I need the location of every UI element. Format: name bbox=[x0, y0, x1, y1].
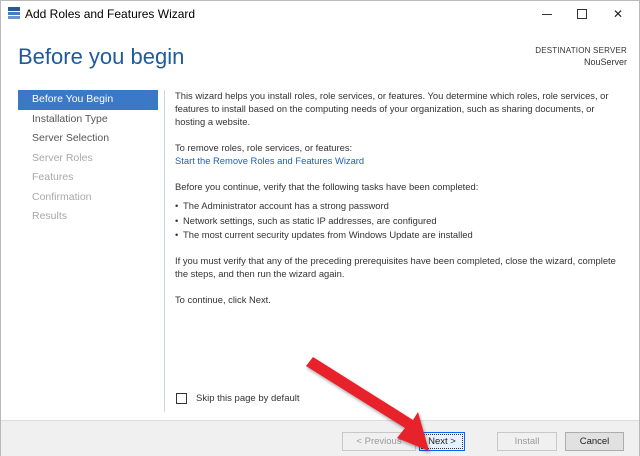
previous-button[interactable]: < Previous bbox=[342, 432, 416, 451]
nav-item-server-roles: Server Roles bbox=[32, 151, 93, 164]
install-button[interactable]: Install bbox=[497, 432, 557, 451]
minimize-icon bbox=[542, 13, 552, 15]
content-area: This wizard helps you install roles, rol… bbox=[175, 89, 625, 319]
destination-server-name: NouServer bbox=[583, 57, 627, 67]
skip-option[interactable]: Skip this page by default bbox=[176, 393, 300, 404]
task-list: The Administrator account has a strong p… bbox=[175, 199, 625, 243]
page-title: Before you begin bbox=[18, 44, 185, 69]
remove-wizard-link[interactable]: Start the Remove Roles and Features Wiza… bbox=[175, 155, 364, 166]
skip-label[interactable]: Skip this page by default bbox=[196, 393, 300, 404]
cancel-button[interactable]: Cancel bbox=[565, 432, 624, 451]
nav-item-confirmation: Confirmation bbox=[32, 190, 92, 203]
list-item: Network settings, such as static IP addr… bbox=[175, 214, 625, 229]
title-bar[interactable]: Add Roles and Features Wizard ✕ bbox=[1, 1, 639, 27]
close-button[interactable]: ✕ bbox=[596, 1, 640, 27]
nav-divider bbox=[164, 90, 165, 412]
nav-item-before-you-begin[interactable]: Before You Begin bbox=[18, 90, 158, 110]
destination-server-label: DESTINATION SERVER bbox=[535, 46, 627, 55]
intro-text: This wizard helps you install roles, rol… bbox=[175, 90, 609, 127]
next-button[interactable]: Next > bbox=[419, 432, 465, 451]
footer-bar: < Previous Next > Install Cancel bbox=[1, 420, 639, 456]
next-button-label: Next > bbox=[421, 434, 463, 449]
close-icon: ✕ bbox=[612, 7, 624, 21]
maximize-icon bbox=[577, 9, 587, 19]
nav-item-features: Features bbox=[32, 171, 74, 183]
verify-intro: Before you continue, verify that the fol… bbox=[175, 181, 479, 192]
prereq-note: If you must verify that any of the prece… bbox=[175, 254, 616, 279]
wizard-steps-nav: Before You Begin Installation Type Serve… bbox=[18, 90, 158, 227]
window-title: Add Roles and Features Wizard bbox=[25, 7, 196, 21]
wizard-window: Add Roles and Features Wizard ✕ Before y… bbox=[0, 0, 640, 456]
skip-checkbox[interactable] bbox=[176, 393, 187, 404]
nav-item-server-selection[interactable]: Server Selection bbox=[18, 129, 158, 149]
server-manager-icon bbox=[8, 7, 20, 19]
nav-item-installation-type[interactable]: Installation Type bbox=[18, 110, 158, 130]
remove-label: To remove roles, role services, or featu… bbox=[175, 142, 353, 153]
list-item: The most current security updates from W… bbox=[175, 228, 625, 243]
continue-note: To continue, click Next. bbox=[175, 293, 271, 305]
nav-item-results: Results bbox=[32, 210, 68, 222]
list-item: The Administrator account has a strong p… bbox=[175, 199, 625, 214]
